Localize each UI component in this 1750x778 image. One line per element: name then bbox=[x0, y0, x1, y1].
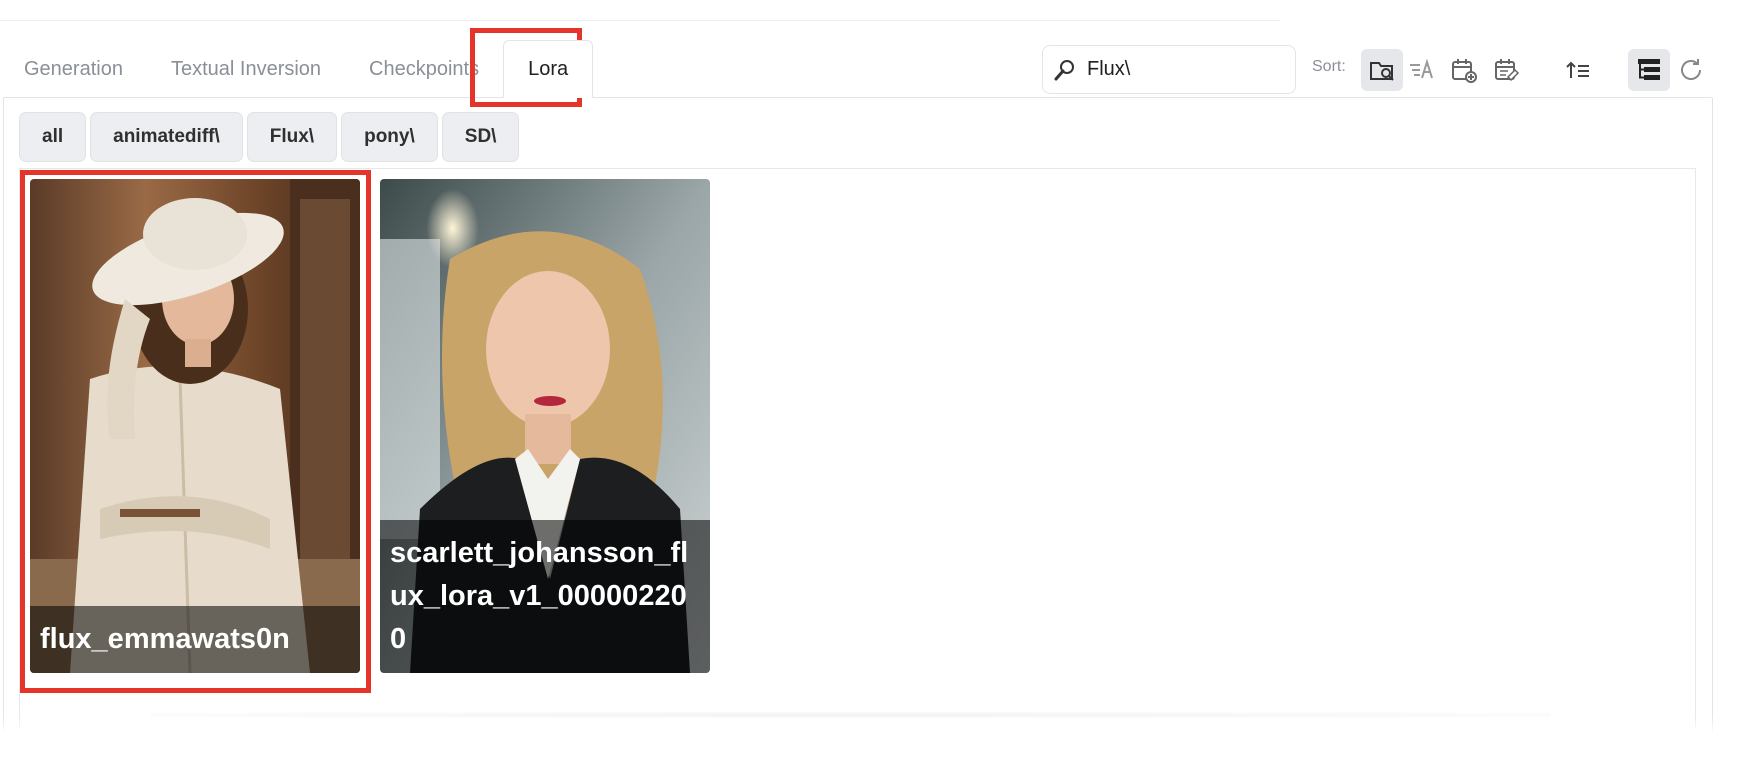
card-preview-image bbox=[30, 179, 360, 673]
extra-networks-browser: Generation Textual Inversion Checkpoints… bbox=[0, 0, 1750, 778]
sort-ascending-icon bbox=[1566, 61, 1589, 78]
card-name-label: flux_emmawats0n bbox=[30, 606, 360, 673]
refresh-button[interactable] bbox=[1670, 49, 1712, 91]
sort-by-date-created-button[interactable] bbox=[1443, 49, 1485, 91]
dir-button-all[interactable]: all bbox=[19, 112, 87, 162]
tab-generation[interactable]: Generation bbox=[0, 40, 147, 98]
tab-checkpoints[interactable]: Checkpoints bbox=[345, 40, 503, 98]
sort-by-name-button[interactable] bbox=[1401, 49, 1443, 91]
dir-button-sd[interactable]: SD\ bbox=[441, 112, 520, 162]
dir-button-animatediff[interactable]: animatediff\ bbox=[90, 112, 243, 162]
lora-card-scarlett-johansson[interactable]: scarlett_johansson_flux_lora_v1_00000220… bbox=[380, 179, 710, 673]
calendar-edit-icon bbox=[1495, 59, 1520, 82]
refresh-icon bbox=[1681, 59, 1701, 80]
sort-by-date-modified-button[interactable] bbox=[1486, 49, 1528, 91]
lora-card-flux-emmawats0n[interactable]: flux_emmawats0n bbox=[30, 179, 360, 673]
sort-direction-button[interactable] bbox=[1558, 49, 1600, 91]
sort-by-path-button[interactable] bbox=[1361, 49, 1403, 91]
folder-search-icon bbox=[1370, 62, 1394, 81]
magnifier-icon bbox=[1054, 59, 1074, 80]
card-name-label: scarlett_johansson_flux_lora_v1_00000220… bbox=[380, 520, 710, 673]
tab-lora[interactable]: Lora bbox=[503, 40, 594, 98]
search-field[interactable] bbox=[1042, 45, 1296, 94]
dir-button-flux[interactable]: Flux\ bbox=[246, 112, 338, 162]
tree-view-button[interactable] bbox=[1628, 49, 1670, 91]
search-input[interactable] bbox=[1087, 58, 1287, 81]
directory-filter-bar: all animatediff\ Flux\ pony\ SD\ bbox=[19, 112, 520, 162]
bottom-fade bbox=[0, 715, 1750, 778]
tab-textual-inversion[interactable]: Textual Inversion bbox=[147, 40, 345, 98]
tree-view-icon bbox=[1638, 59, 1660, 80]
calendar-plus-icon bbox=[1452, 59, 1477, 83]
sort-alpha-icon bbox=[1410, 58, 1433, 79]
tab-bar: Generation Textual Inversion Checkpoints… bbox=[0, 40, 594, 98]
divider bbox=[0, 20, 1280, 21]
sort-label: Sort: bbox=[1312, 58, 1346, 75]
dir-button-pony[interactable]: pony\ bbox=[341, 112, 438, 162]
